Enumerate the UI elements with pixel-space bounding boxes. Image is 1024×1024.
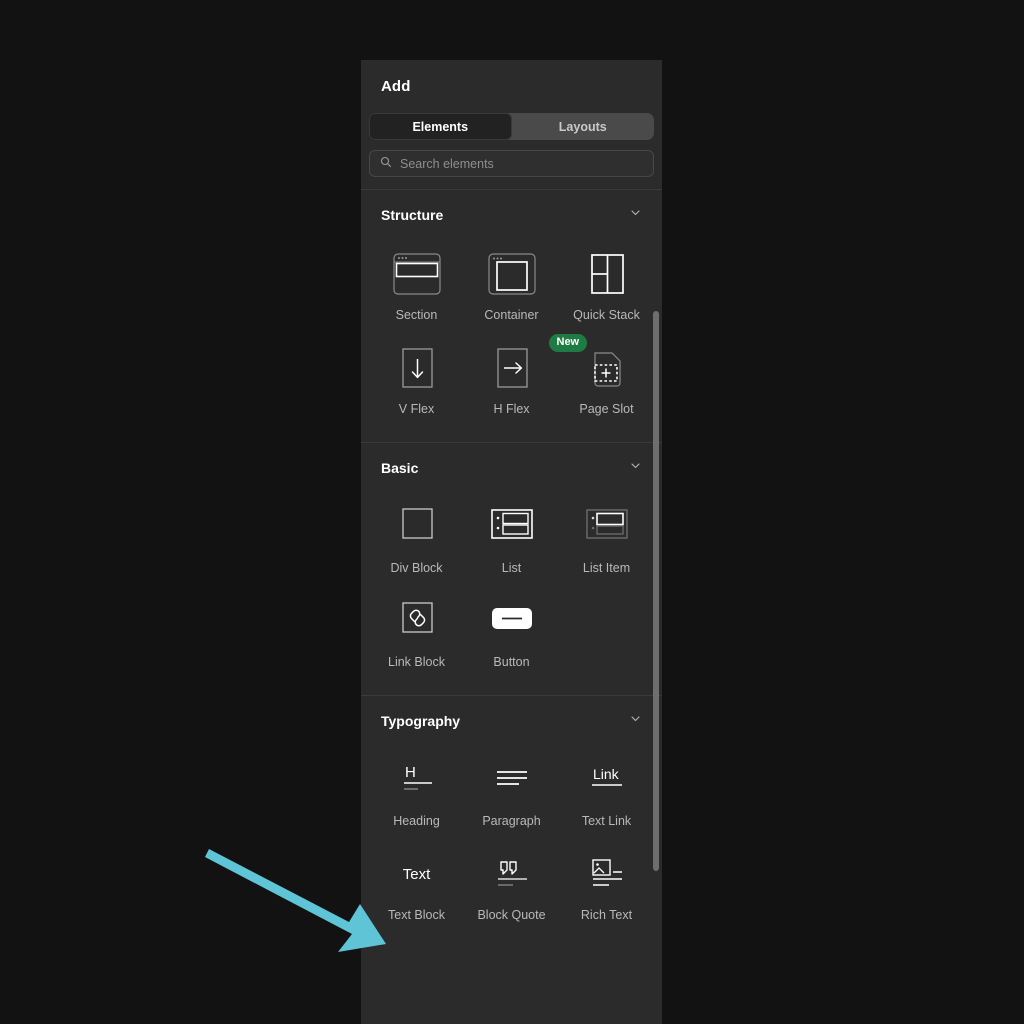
- panel-header: Add: [361, 60, 662, 99]
- element-label: Page Slot: [579, 402, 634, 416]
- section-title: Basic: [381, 460, 419, 476]
- section-structure: Structure Section Container Quick Stack …: [361, 189, 662, 442]
- element-rich-text[interactable]: Rich Text: [559, 838, 654, 928]
- button-icon: [466, 595, 557, 647]
- section-title: Typography: [381, 713, 461, 729]
- section-title: Structure: [381, 207, 444, 223]
- paragraph-icon: [466, 754, 557, 806]
- element-link-block[interactable]: Link Block: [369, 585, 464, 675]
- div-block-icon: [371, 501, 462, 553]
- element-label: Link Block: [388, 655, 445, 669]
- elements-scroll-area[interactable]: Structure Section Container Quick Stack …: [361, 189, 662, 1024]
- element-container[interactable]: Container: [464, 238, 559, 328]
- arrow-right-icon: [466, 342, 557, 394]
- scrollbar-thumb[interactable]: [653, 311, 659, 871]
- page-title: Add: [381, 78, 411, 95]
- tab-list: Elements Layouts: [369, 113, 654, 140]
- element-label: Button: [493, 655, 530, 669]
- element-label: Div Block: [390, 561, 443, 575]
- element-label: List Item: [582, 561, 631, 575]
- element-v-flex[interactable]: V Flex: [369, 332, 464, 422]
- search-icon: [380, 155, 392, 173]
- rich-text-icon: [561, 848, 652, 900]
- block-quote-icon: [466, 848, 557, 900]
- element-quick-stack[interactable]: Quick Stack: [559, 238, 654, 328]
- quick-stack-icon: [561, 248, 652, 300]
- screenshot-root: Add Elements Layouts Structure: [0, 0, 1024, 1024]
- section-header-basic[interactable]: Basic: [361, 443, 662, 481]
- basic-grid: Div Block List List Item Link Block Butt…: [361, 481, 662, 695]
- section-header-typography[interactable]: Typography: [361, 696, 662, 734]
- element-label: Rich Text: [580, 908, 633, 922]
- element-label: Heading: [393, 814, 440, 828]
- status-badge: New: [548, 334, 588, 352]
- search-box[interactable]: [369, 150, 654, 177]
- text-glyph-label: Text: [402, 865, 431, 883]
- chevron-down-icon[interactable]: [629, 206, 642, 224]
- element-text-link[interactable]: Link Text Link: [559, 744, 654, 834]
- section-header-structure[interactable]: Structure: [361, 190, 662, 228]
- element-label: Container: [484, 308, 539, 322]
- element-button[interactable]: Button: [464, 585, 559, 675]
- element-label: Quick Stack: [573, 308, 640, 322]
- element-label: H Flex: [493, 402, 530, 416]
- element-list-item[interactable]: List Item: [559, 491, 654, 581]
- element-label: Block Quote: [477, 908, 546, 922]
- svg-text:Link: Link: [593, 766, 620, 782]
- tab-layouts[interactable]: Layouts: [512, 113, 655, 140]
- element-label: V Flex: [398, 402, 435, 416]
- chevron-down-icon[interactable]: [629, 459, 642, 477]
- element-label: Section: [395, 308, 438, 322]
- structure-grid: Section Container Quick Stack V Flex H F…: [361, 228, 662, 442]
- element-label: Text Block: [388, 908, 445, 922]
- heading-icon: H: [371, 754, 462, 806]
- element-h-flex[interactable]: H Flex: [464, 332, 559, 422]
- svg-text:H: H: [405, 764, 416, 781]
- element-label: Paragraph: [482, 814, 541, 828]
- list-item-icon: [561, 501, 652, 553]
- tab-elements[interactable]: Elements: [369, 113, 512, 140]
- link-icon: [371, 595, 462, 647]
- element-paragraph[interactable]: Paragraph: [464, 744, 559, 834]
- text-link-icon: Link: [561, 754, 652, 806]
- add-panel: Add Elements Layouts Structure: [361, 60, 662, 1024]
- element-div-block[interactable]: Div Block: [369, 491, 464, 581]
- container-icon: [466, 248, 557, 300]
- section-basic: Basic Div Block List List Item Link Bloc…: [361, 442, 662, 695]
- arrow-down-icon: [371, 342, 462, 394]
- search-container: [369, 150, 654, 177]
- search-input[interactable]: [400, 156, 643, 171]
- element-label: Text Link: [581, 814, 632, 828]
- section-icon: [371, 248, 462, 300]
- element-block-quote[interactable]: Block Quote: [464, 838, 559, 928]
- element-list[interactable]: List: [464, 491, 559, 581]
- typography-grid: H Heading Paragraph Link Text Link Text …: [361, 734, 662, 948]
- element-text-block[interactable]: Text Text Block: [369, 838, 464, 928]
- element-heading[interactable]: H Heading: [369, 744, 464, 834]
- element-label: List: [501, 561, 522, 575]
- chevron-down-icon[interactable]: [629, 712, 642, 730]
- text-glyph-icon: Text: [371, 848, 462, 900]
- element-section[interactable]: Section: [369, 238, 464, 328]
- list-icon: [466, 501, 557, 553]
- section-typography: Typography H Heading Paragraph Link Text…: [361, 695, 662, 948]
- grid-spacer: [559, 585, 654, 675]
- element-page-slot[interactable]: New Page Slot: [548, 332, 654, 422]
